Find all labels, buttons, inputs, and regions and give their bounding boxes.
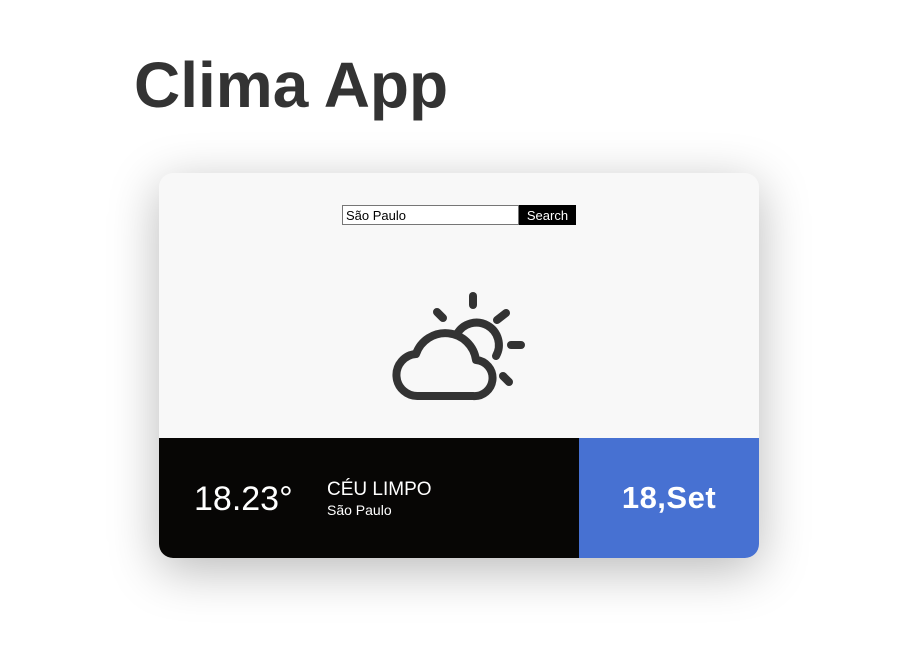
app-title: Clima App — [134, 49, 449, 121]
partly-cloudy-icon — [392, 292, 525, 401]
search-button[interactable]: Search — [519, 205, 576, 225]
city-search-input[interactable] — [342, 205, 519, 225]
city-name: São Paulo — [327, 502, 392, 518]
weather-description: CÉU LIMPO — [327, 479, 432, 500]
temperature-value: 18.23° — [194, 480, 293, 518]
date-label: 18,Set — [621, 480, 717, 515]
search-bar: Search — [342, 205, 576, 225]
weather-card: Search 18.23° CÉU LIMPO São Paulo 18,Set — [159, 173, 759, 558]
weather-info-bar: 18.23° CÉU LIMPO São Paulo — [159, 438, 579, 558]
date-panel: 18,Set — [579, 438, 759, 558]
